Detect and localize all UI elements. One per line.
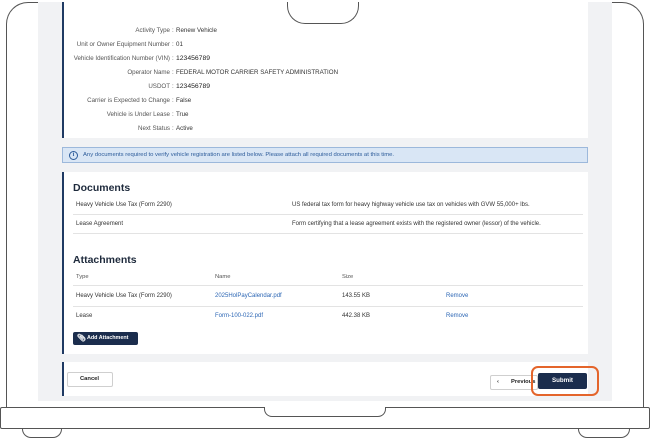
remove-attachment-link[interactable]: Remove bbox=[446, 313, 468, 319]
laptop-notch bbox=[287, 2, 359, 24]
documents-heading: Documents bbox=[73, 182, 131, 194]
document-description: Form certifying that a lease agreement e… bbox=[292, 221, 541, 227]
attachment-type: Heavy Vehicle Use Tax (Form 2290) bbox=[76, 293, 172, 299]
summary-row-operator-name: Operator Name : FEDERAL MOTOR CARRIER SA… bbox=[127, 69, 339, 76]
column-header-type: Type bbox=[76, 274, 89, 280]
document-row: Lease Agreement Form certifying that a l… bbox=[73, 215, 583, 234]
attachment-size: 143.55 KB bbox=[342, 293, 371, 299]
notice-text: Any documents required to verify vehicle… bbox=[83, 152, 395, 158]
document-row: Heavy Vehicle Use Tax (Form 2290) US fed… bbox=[73, 197, 583, 215]
document-name: Lease Agreement bbox=[76, 221, 124, 227]
attachment-file-link[interactable]: 2025HolPayCalendar.pdf bbox=[215, 293, 282, 299]
laptop-opening-groove bbox=[264, 407, 386, 417]
attachment-size: 442.38 KB bbox=[342, 313, 371, 319]
submit-button[interactable]: Submit bbox=[538, 373, 587, 389]
summary-row-carrier-change: Carrier is Expected to Change : False bbox=[87, 97, 192, 104]
documents-notice: i Any documents required to verify vehic… bbox=[62, 147, 588, 163]
attachments-table-header: Type Name Size bbox=[73, 269, 583, 286]
laptop-foot-left bbox=[22, 429, 62, 438]
attachment-row: Heavy Vehicle Use Tax (Form 2290) 2025Ho… bbox=[73, 286, 583, 307]
summary-row-next-status: Next Status : Active bbox=[138, 125, 193, 132]
column-header-name: Name bbox=[215, 274, 231, 280]
info-icon: i bbox=[69, 151, 78, 160]
add-attachment-button[interactable]: 📎︎ Add Attachment bbox=[73, 332, 138, 345]
summary-row-activity-type: Activity Type : Renew Vehicle bbox=[135, 27, 217, 34]
summary-row-unit-number: Unit or Owner Equipment Number : 01 bbox=[76, 41, 183, 48]
summary-row-vin: Vehicle Identification Number (VIN) : 12… bbox=[73, 55, 211, 62]
documents-panel: Documents Heavy Vehicle Use Tax (Form 22… bbox=[62, 172, 588, 354]
attachment-row: Lease Form-100-022.pdf 442.38 KB Remove bbox=[73, 307, 583, 328]
summary-row-under-lease: Vehicle is Under Lease : True bbox=[106, 111, 189, 118]
remove-attachment-link[interactable]: Remove bbox=[446, 293, 468, 299]
attachment-type: Lease bbox=[76, 313, 93, 319]
wizard-footer: Cancel ‹ Previous bbox=[62, 362, 588, 396]
attachment-file-link[interactable]: Form-100-022.pdf bbox=[215, 313, 263, 319]
cancel-button[interactable]: Cancel bbox=[67, 372, 113, 387]
document-name: Heavy Vehicle Use Tax (Form 2290) bbox=[76, 202, 172, 208]
attachments-heading: Attachments bbox=[73, 254, 137, 266]
document-description: US federal tax form for heavy highway ve… bbox=[292, 202, 530, 208]
laptop-foot-right bbox=[578, 429, 630, 438]
summary-row-usdot: USDOT : 123456789 bbox=[148, 83, 211, 90]
chevron-left-icon: ‹ bbox=[497, 379, 499, 385]
app-screen: Activity Type : Renew Vehicle Unit or Ow… bbox=[38, 2, 612, 401]
add-attachment-label: Add Attachment bbox=[87, 335, 129, 341]
column-header-size: Size bbox=[342, 274, 354, 280]
paperclip-icon: 📎︎ bbox=[77, 335, 86, 342]
